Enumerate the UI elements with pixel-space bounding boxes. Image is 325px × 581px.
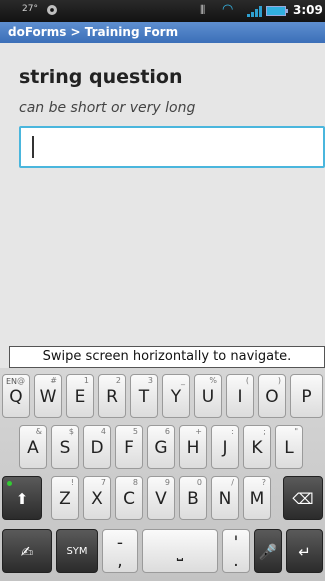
vibrate-icon: ⦀ bbox=[200, 3, 206, 17]
key-p[interactable]: P bbox=[290, 374, 323, 418]
signal-icon bbox=[247, 6, 263, 17]
space-key[interactable]: ⎵ bbox=[142, 529, 218, 573]
key-e[interactable]: 1 E bbox=[66, 374, 94, 418]
key-a[interactable]: & A bbox=[19, 425, 47, 469]
key-j[interactable]: : J bbox=[211, 425, 239, 469]
key-x[interactable]: 7 X bbox=[83, 476, 111, 520]
question-label: string question bbox=[19, 66, 183, 88]
key-t[interactable]: 3 T bbox=[130, 374, 158, 418]
key-n[interactable]: / N bbox=[211, 476, 239, 520]
clock: 3:09 bbox=[293, 3, 323, 17]
key-o[interactable]: ) O bbox=[258, 374, 286, 418]
key-z[interactable]: ! Z bbox=[51, 476, 79, 520]
key-d[interactable]: 4 D bbox=[83, 425, 111, 469]
shift-key[interactable]: ⬆ bbox=[2, 476, 42, 520]
key-k[interactable]: ; K bbox=[243, 425, 271, 469]
navigation-gutter bbox=[0, 346, 9, 368]
battery-icon bbox=[266, 6, 288, 16]
question-hint: can be short or very long bbox=[19, 100, 196, 116]
navigation-hint-bar: Swipe screen horizontally to navigate. bbox=[9, 346, 325, 368]
key-u[interactable]: % U bbox=[194, 374, 222, 418]
key-l[interactable]: " L bbox=[275, 425, 303, 469]
key-g[interactable]: 6 G bbox=[147, 425, 175, 469]
sym-key[interactable]: SYM bbox=[56, 529, 98, 573]
quote-period-key[interactable]: ' . bbox=[222, 529, 250, 573]
language-indicator: EN bbox=[6, 377, 18, 386]
key-s[interactable]: $ S bbox=[51, 425, 79, 469]
backspace-icon: ⌫ bbox=[292, 490, 314, 508]
gps-icon bbox=[47, 5, 57, 15]
navigation-hint: Swipe screen horizontally to navigate. bbox=[42, 349, 292, 364]
key-v[interactable]: 9 V bbox=[147, 476, 175, 520]
swype-icon: ✍ bbox=[20, 543, 34, 561]
key-q[interactable]: EN @ Q bbox=[2, 374, 30, 418]
wifi-icon: ◠ bbox=[222, 2, 234, 17]
swype-key[interactable]: ✍ bbox=[2, 529, 52, 573]
microphone-icon: 🎤 bbox=[258, 543, 278, 561]
space-icon: ⎵ bbox=[176, 542, 184, 561]
key-h[interactable]: + H bbox=[179, 425, 207, 469]
key-c[interactable]: 8 C bbox=[115, 476, 143, 520]
form-content: string question can be short or very lon… bbox=[0, 43, 325, 346]
key-w[interactable]: # W bbox=[34, 374, 62, 418]
answer-text-field[interactable] bbox=[19, 126, 325, 168]
shift-indicator-icon bbox=[7, 481, 12, 486]
key-f[interactable]: 5 F bbox=[115, 425, 143, 469]
dash-comma-key[interactable]: - , bbox=[102, 529, 138, 573]
enter-key[interactable]: ↵ bbox=[286, 529, 323, 573]
breadcrumb-title: doForms > Training Form bbox=[8, 25, 179, 39]
soft-keyboard: EN @ Q # W 1 E 2 R 3 T _ Y % U ( I ) O P… bbox=[0, 368, 325, 581]
enter-icon: ↵ bbox=[298, 543, 311, 561]
status-bar: 27° ⦀ ◠ 3:09 bbox=[0, 0, 325, 22]
key-y[interactable]: _ Y bbox=[162, 374, 190, 418]
text-cursor bbox=[32, 136, 34, 158]
key-i[interactable]: ( I bbox=[226, 374, 254, 418]
app-title-bar: doForms > Training Form bbox=[0, 22, 325, 43]
key-r[interactable]: 2 R bbox=[98, 374, 126, 418]
temperature-indicator: 27° bbox=[22, 4, 38, 14]
voice-input-key[interactable]: 🎤 bbox=[254, 529, 282, 573]
backspace-key[interactable]: ⌫ bbox=[283, 476, 323, 520]
key-m[interactable]: ? M bbox=[243, 476, 271, 520]
key-b[interactable]: 0 B bbox=[179, 476, 207, 520]
